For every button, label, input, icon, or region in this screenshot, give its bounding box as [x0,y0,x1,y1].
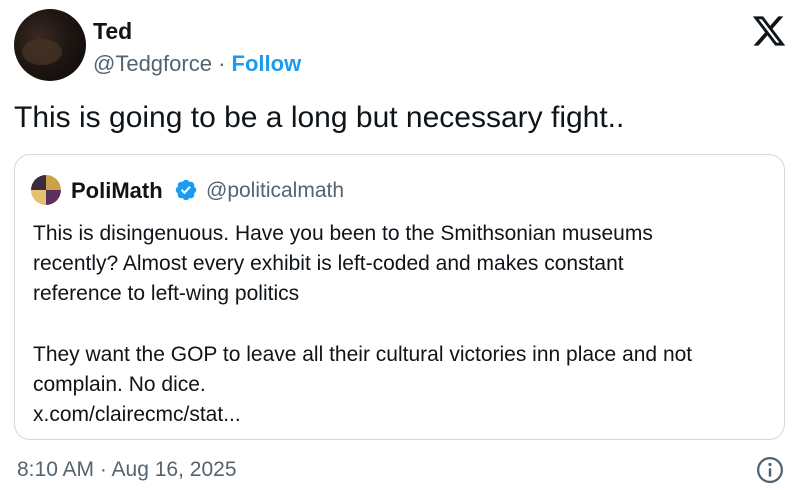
author-avatar[interactable] [14,9,86,81]
tweet-text: This is going to be a long but necessary… [14,101,625,134]
follow-button[interactable]: Follow [232,51,302,76]
author-handle[interactable]: @Tedgforce [93,51,212,76]
quoted-text-line: They want the GOP to leave all their cul… [33,343,693,366]
author-name[interactable]: Ted [93,18,132,45]
tweet-timestamp[interactable]: 8:10 AM · Aug 16, 2025 [17,458,237,482]
quoted-text-line: reference to left-wing politics [33,282,300,305]
quoted-text-line: recently? Almost every exhibit is left-c… [33,252,624,275]
quoted-link[interactable]: x.com/clairecmc/stat... [33,400,773,430]
verified-badge-icon [175,179,197,201]
handle-separator: · [218,51,226,76]
quoted-author-name: PoliMath [71,178,163,203]
quoted-tweet-card[interactable]: PoliMath @politicalmath This is disingen… [14,154,785,440]
info-icon[interactable] [755,455,785,485]
quoted-text-line: complain. No dice. [33,373,206,396]
x-logo-icon[interactable] [751,13,787,49]
quoted-author-handle: @politicalmath [206,179,345,202]
author-handle-row: @Tedgforce · Follow [93,51,301,77]
quoted-text-line: This is disingenuous. Have you been to t… [33,222,653,245]
quoted-tweet-body: This is disingenuous. Have you been to t… [33,219,773,430]
quoted-author-avatar [31,175,61,205]
